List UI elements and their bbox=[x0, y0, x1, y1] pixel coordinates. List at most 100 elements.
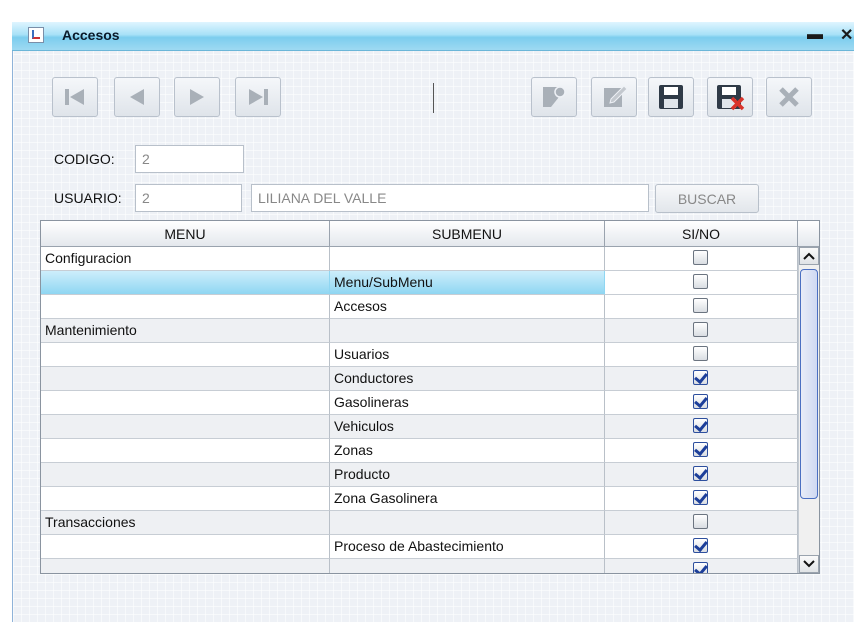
cell-sino bbox=[605, 367, 798, 391]
cell-menu[interactable] bbox=[41, 439, 330, 463]
java-app-icon bbox=[28, 27, 44, 43]
cell-submenu[interactable]: Accesos bbox=[330, 295, 605, 319]
cell-submenu[interactable]: Conductores bbox=[330, 367, 605, 391]
cell-menu[interactable]: Configuracion bbox=[41, 247, 330, 271]
access-checkbox[interactable] bbox=[693, 370, 708, 385]
table-row[interactable]: Proceso de Abastecimiento bbox=[41, 535, 798, 559]
close-form-button[interactable] bbox=[766, 77, 812, 117]
access-checkbox[interactable] bbox=[693, 250, 708, 265]
last-record-button[interactable] bbox=[235, 77, 281, 117]
table-row[interactable]: Transacciones bbox=[41, 511, 798, 535]
cell-menu[interactable]: Mantenimiento bbox=[41, 319, 330, 343]
minimize-button[interactable]: ▬ bbox=[807, 26, 823, 44]
table-row[interactable]: Mantenimiento bbox=[41, 319, 798, 343]
table-row[interactable]: Zonas bbox=[41, 439, 798, 463]
access-checkbox[interactable] bbox=[693, 466, 708, 481]
scroll-down-button[interactable] bbox=[799, 555, 819, 573]
usuario-id-field[interactable]: 2 bbox=[135, 184, 242, 212]
cell-submenu[interactable]: Usuarios bbox=[330, 343, 605, 367]
access-checkbox[interactable] bbox=[693, 274, 708, 289]
cell-submenu[interactable] bbox=[330, 559, 605, 573]
column-header-submenu[interactable]: SUBMENU bbox=[330, 221, 605, 247]
column-header-sino[interactable]: SI/NO bbox=[605, 221, 798, 247]
access-checkbox[interactable] bbox=[693, 322, 708, 337]
chevron-up-icon bbox=[803, 252, 815, 260]
cell-sino bbox=[605, 559, 798, 573]
cell-menu[interactable] bbox=[41, 463, 330, 487]
skip-last-icon bbox=[249, 89, 268, 105]
cell-submenu[interactable]: Producto bbox=[330, 463, 605, 487]
new-record-button[interactable] bbox=[531, 77, 577, 117]
table-row[interactable] bbox=[41, 559, 798, 573]
window-titlebar[interactable]: Accesos ▬ ✕ bbox=[12, 22, 854, 51]
table-row[interactable]: Producto bbox=[41, 463, 798, 487]
cell-submenu[interactable] bbox=[330, 319, 605, 343]
edit-record-button[interactable] bbox=[591, 77, 637, 117]
cell-menu[interactable] bbox=[41, 535, 330, 559]
cell-sino bbox=[605, 295, 798, 319]
access-checkbox[interactable] bbox=[693, 394, 708, 409]
table-row[interactable]: Menu/SubMenu bbox=[41, 271, 798, 295]
access-checkbox[interactable] bbox=[693, 442, 708, 457]
cell-submenu[interactable] bbox=[330, 511, 605, 535]
access-checkbox[interactable] bbox=[693, 346, 708, 361]
cell-sino bbox=[605, 535, 798, 559]
cell-menu[interactable] bbox=[41, 343, 330, 367]
cell-sino bbox=[605, 343, 798, 367]
cell-menu[interactable] bbox=[41, 559, 330, 573]
next-record-button[interactable] bbox=[174, 77, 220, 117]
cell-submenu[interactable]: Menu/SubMenu bbox=[330, 271, 605, 295]
codigo-field[interactable]: 2 bbox=[135, 145, 244, 173]
usuario-label: USUARIO: bbox=[54, 190, 122, 206]
cell-sino bbox=[605, 439, 798, 463]
access-checkbox[interactable] bbox=[693, 298, 708, 313]
table-row[interactable]: Vehiculos bbox=[41, 415, 798, 439]
cell-submenu[interactable]: Zonas bbox=[330, 439, 605, 463]
table-header: MENU SUBMENU SI/NO bbox=[41, 221, 819, 247]
delete-record-button[interactable] bbox=[707, 77, 753, 117]
cell-menu[interactable] bbox=[41, 391, 330, 415]
scroll-up-button[interactable] bbox=[799, 247, 819, 265]
usuario-name-field[interactable]: LILIANA DEL VALLE bbox=[251, 184, 649, 212]
access-checkbox[interactable] bbox=[693, 514, 708, 529]
cell-sino bbox=[605, 271, 798, 295]
cell-menu[interactable] bbox=[41, 367, 330, 391]
close-window-button[interactable]: ✕ bbox=[840, 25, 853, 45]
cell-menu[interactable] bbox=[41, 271, 330, 295]
cell-submenu[interactable] bbox=[330, 247, 605, 271]
save-disk-icon bbox=[659, 85, 683, 109]
table-row[interactable]: Configuracion bbox=[41, 247, 798, 271]
first-record-button[interactable] bbox=[52, 77, 98, 117]
table-row[interactable]: Conductores bbox=[41, 367, 798, 391]
column-header-menu[interactable]: MENU bbox=[41, 221, 330, 247]
access-checkbox[interactable] bbox=[693, 562, 708, 573]
cell-sino bbox=[605, 247, 798, 271]
cell-menu[interactable]: Transacciones bbox=[41, 511, 330, 535]
cell-menu[interactable] bbox=[41, 487, 330, 511]
buscar-button[interactable]: BUSCAR bbox=[655, 184, 759, 213]
access-table[interactable]: MENU SUBMENU SI/NO Configuracion Menu/Sub… bbox=[40, 220, 820, 574]
skip-first-icon bbox=[65, 89, 84, 105]
access-checkbox[interactable] bbox=[693, 418, 708, 433]
cell-menu[interactable] bbox=[41, 415, 330, 439]
cell-sino bbox=[605, 487, 798, 511]
cell-submenu[interactable]: Gasolineras bbox=[330, 391, 605, 415]
table-vertical-scrollbar[interactable] bbox=[798, 247, 819, 573]
cell-sino bbox=[605, 463, 798, 487]
cell-menu[interactable] bbox=[41, 295, 330, 319]
table-row[interactable]: Usuarios bbox=[41, 343, 798, 367]
codigo-label: CODIGO: bbox=[54, 151, 115, 167]
save-record-button[interactable] bbox=[648, 77, 694, 117]
cell-submenu[interactable]: Zona Gasolinera bbox=[330, 487, 605, 511]
cell-submenu[interactable]: Vehiculos bbox=[330, 415, 605, 439]
previous-icon bbox=[130, 89, 144, 105]
previous-record-button[interactable] bbox=[114, 77, 160, 117]
cell-submenu[interactable]: Proceso de Abastecimiento bbox=[330, 535, 605, 559]
table-row[interactable]: Zona Gasolinera bbox=[41, 487, 798, 511]
table-row[interactable]: Gasolineras bbox=[41, 391, 798, 415]
scroll-thumb[interactable] bbox=[800, 269, 818, 499]
header-corner bbox=[798, 221, 819, 247]
access-checkbox[interactable] bbox=[693, 538, 708, 553]
access-checkbox[interactable] bbox=[693, 490, 708, 505]
table-row[interactable]: Accesos bbox=[41, 295, 798, 319]
